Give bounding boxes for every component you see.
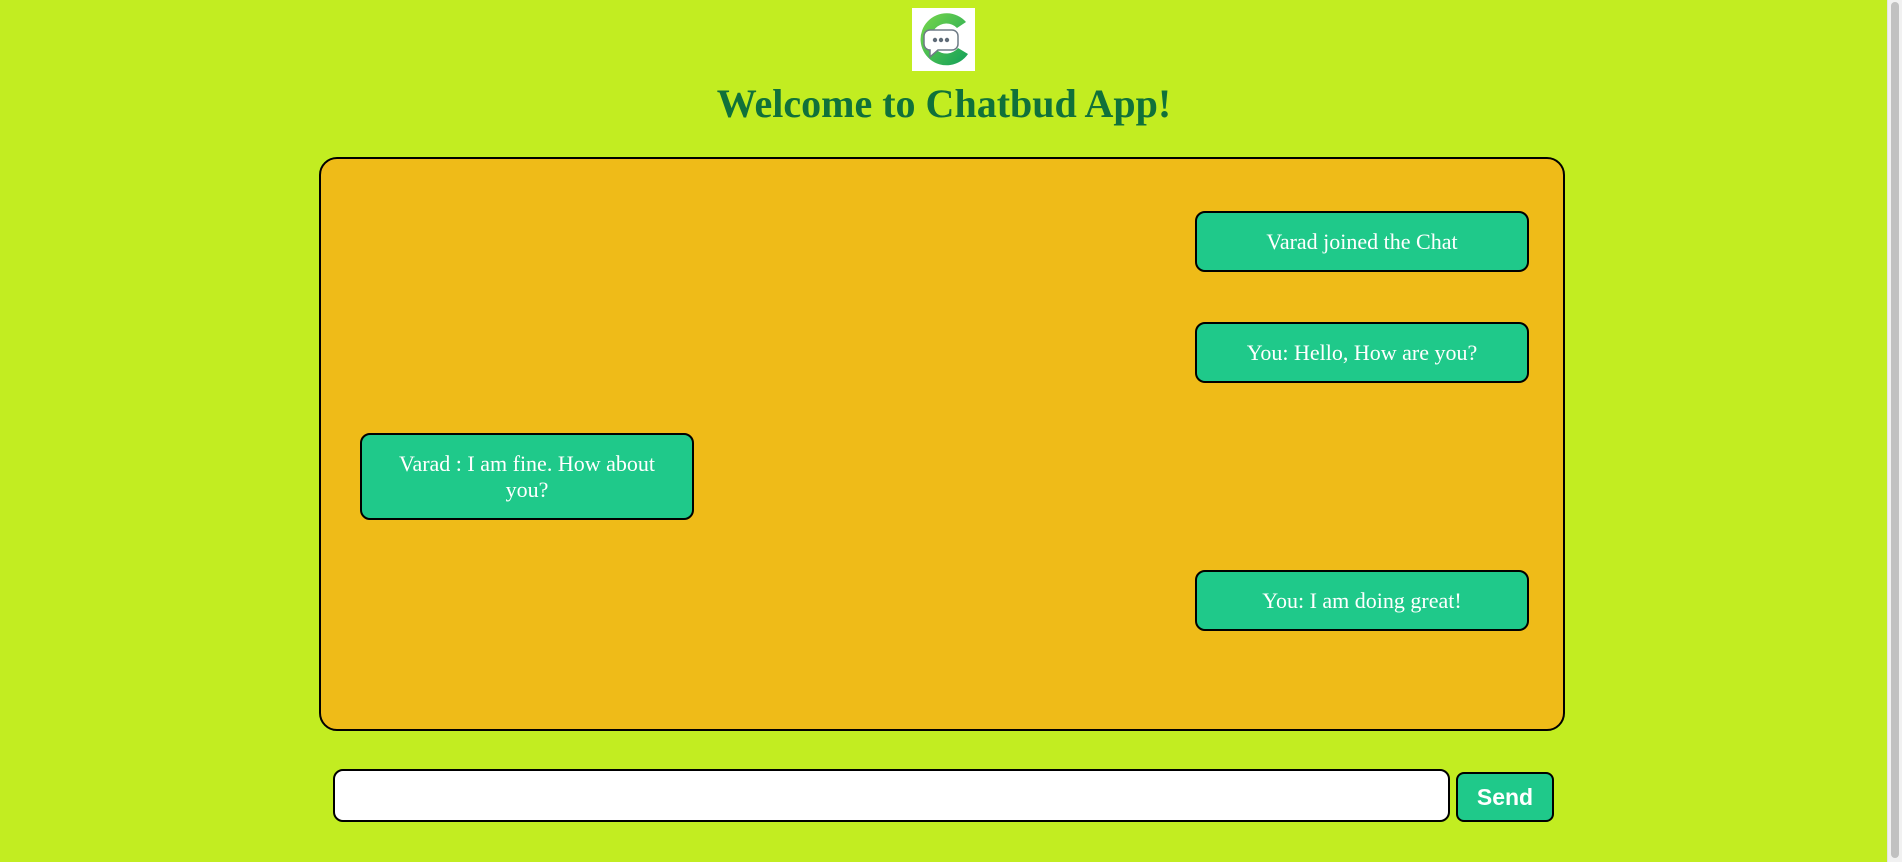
page-title: Welcome to Chatbud App! — [716, 81, 1172, 126]
message-input[interactable] — [333, 769, 1450, 822]
scrollbar-thumb[interactable] — [1891, 2, 1899, 858]
message-bubble: Varad : I am fine. How about you? — [360, 433, 694, 520]
chat-container: Varad joined the Chat You: Hello, How ar… — [319, 157, 1565, 731]
message-bubble: Varad joined the Chat — [1195, 211, 1529, 272]
chat-bubble-logo-icon — [920, 13, 968, 66]
page-scrollbar[interactable] — [1887, 0, 1902, 862]
message-bubble: You: Hello, How are you? — [1195, 322, 1529, 383]
message-bubble: You: I am doing great! — [1195, 570, 1529, 631]
send-button[interactable]: Send — [1456, 772, 1554, 822]
app-logo — [912, 8, 975, 71]
